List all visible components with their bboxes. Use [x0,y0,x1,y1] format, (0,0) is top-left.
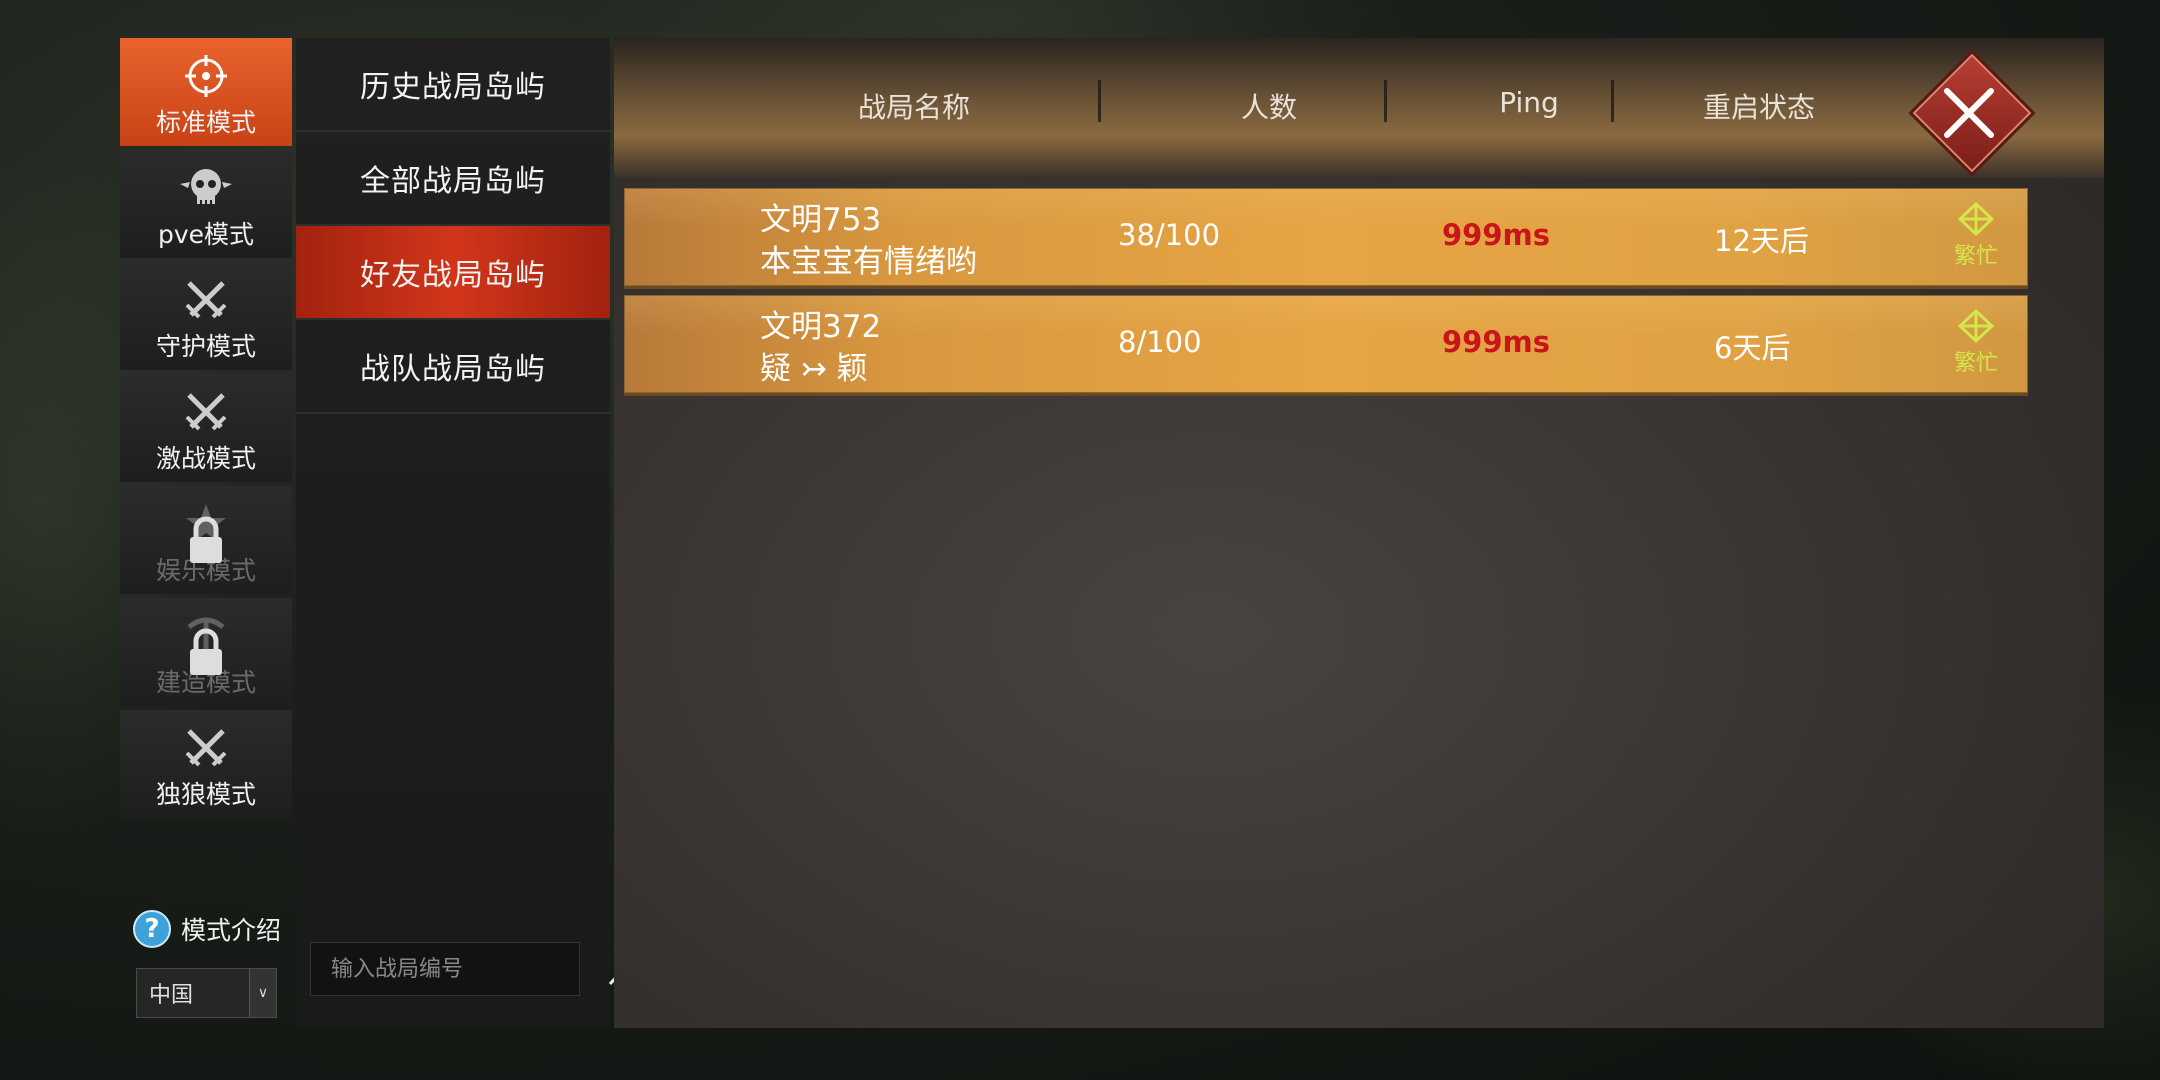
mode-lone-wolf[interactable]: 独狼模式 [120,710,292,818]
category-all[interactable]: 全部战局岛屿 [296,132,610,226]
session-name: 文明372 [760,309,882,345]
region-value: 中国 [149,983,194,1008]
mode-intro-button[interactable]: ? 模式介绍 [133,910,281,948]
mode-battle[interactable]: 激战模式 [120,374,292,482]
header-divider [1098,80,1101,122]
session-count: 38/100 [1118,218,1221,252]
session-status: 繁忙 [1940,309,2012,377]
session-owner: 疑 ↣ 颖 [760,351,868,387]
region-select[interactable]: 中国 ∨ [136,968,277,1018]
lock-icon [186,515,226,565]
session-name: 文明753 [760,202,882,238]
mode-guard[interactable]: 守护模式 [120,262,292,370]
crossed-swords-icon [178,387,234,437]
mode-pve[interactable]: pve模式 [120,150,292,258]
session-panel: 战局名称 人数 Ping 重启状态 文明753 本宝宝有情绪哟 38/100 9… [614,38,2104,1028]
status-label: 繁忙 [1953,244,1998,269]
mode-entertainment[interactable]: 娱乐模式 [120,486,292,594]
mode-standard[interactable]: 标准模式 [120,38,292,146]
lock-icon [186,627,226,677]
category-list: 历史战局岛屿 全部战局岛屿 好友战局岛屿 战队战局岛屿 ? [296,38,641,1028]
session-ping: 999ms [1442,325,1551,359]
header-ping: Ping [1499,86,1559,119]
search-box: ? [310,942,641,996]
chevron-down-icon[interactable]: ∨ [249,969,276,1017]
status-label: 繁忙 [1953,351,1998,376]
table-row[interactable]: 文明372 疑 ↣ 颖 8/100 999ms 6天后 繁忙 [624,295,2028,393]
header-count: 人数 [1240,91,1297,124]
category-team[interactable]: 战队战局岛屿 [296,320,610,414]
help-icon: ? [133,910,171,948]
mode-intro-label: 模式介绍 [181,916,282,945]
mode-list: 标准模式 pve模式 守护模式 激战模式 娱乐模式 建造模式 独狼模式 [120,38,292,822]
server-status-icon [1957,202,1995,236]
header-name: 战局名称 [857,91,970,124]
table-row[interactable]: 文明753 本宝宝有情绪哟 38/100 999ms 12天后 繁忙 [624,188,2028,286]
crosshair-icon [178,51,234,101]
close-icon[interactable] [1914,58,2024,168]
session-status: 繁忙 [1940,202,2012,270]
mode-build[interactable]: 建造模式 [120,598,292,706]
header-divider [1611,80,1614,122]
skull-icon [178,163,234,213]
mode-label: pve模式 [157,220,255,249]
session-restart: 6天后 [1714,331,1791,365]
category-friends[interactable]: 好友战局岛屿 [296,226,610,320]
session-restart: 12天后 [1714,224,1809,258]
server-status-icon [1957,309,1995,343]
header-restart: 重启状态 [1702,91,1815,124]
crossed-swords-icon [178,275,234,325]
mode-label: 独狼模式 [155,780,256,809]
mode-label: 激战模式 [155,444,256,473]
mode-label: 守护模式 [155,332,256,361]
table-header: 战局名称 人数 Ping 重启状态 [614,38,2104,178]
session-ping: 999ms [1442,218,1551,252]
session-owner: 本宝宝有情绪哟 [760,244,977,280]
session-count: 8/100 [1118,325,1202,359]
mode-label: 标准模式 [155,108,256,137]
search-input[interactable] [311,942,607,996]
header-divider [1384,80,1387,122]
category-history[interactable]: 历史战局岛屿 [296,38,610,132]
crossed-swords-icon [178,723,234,773]
